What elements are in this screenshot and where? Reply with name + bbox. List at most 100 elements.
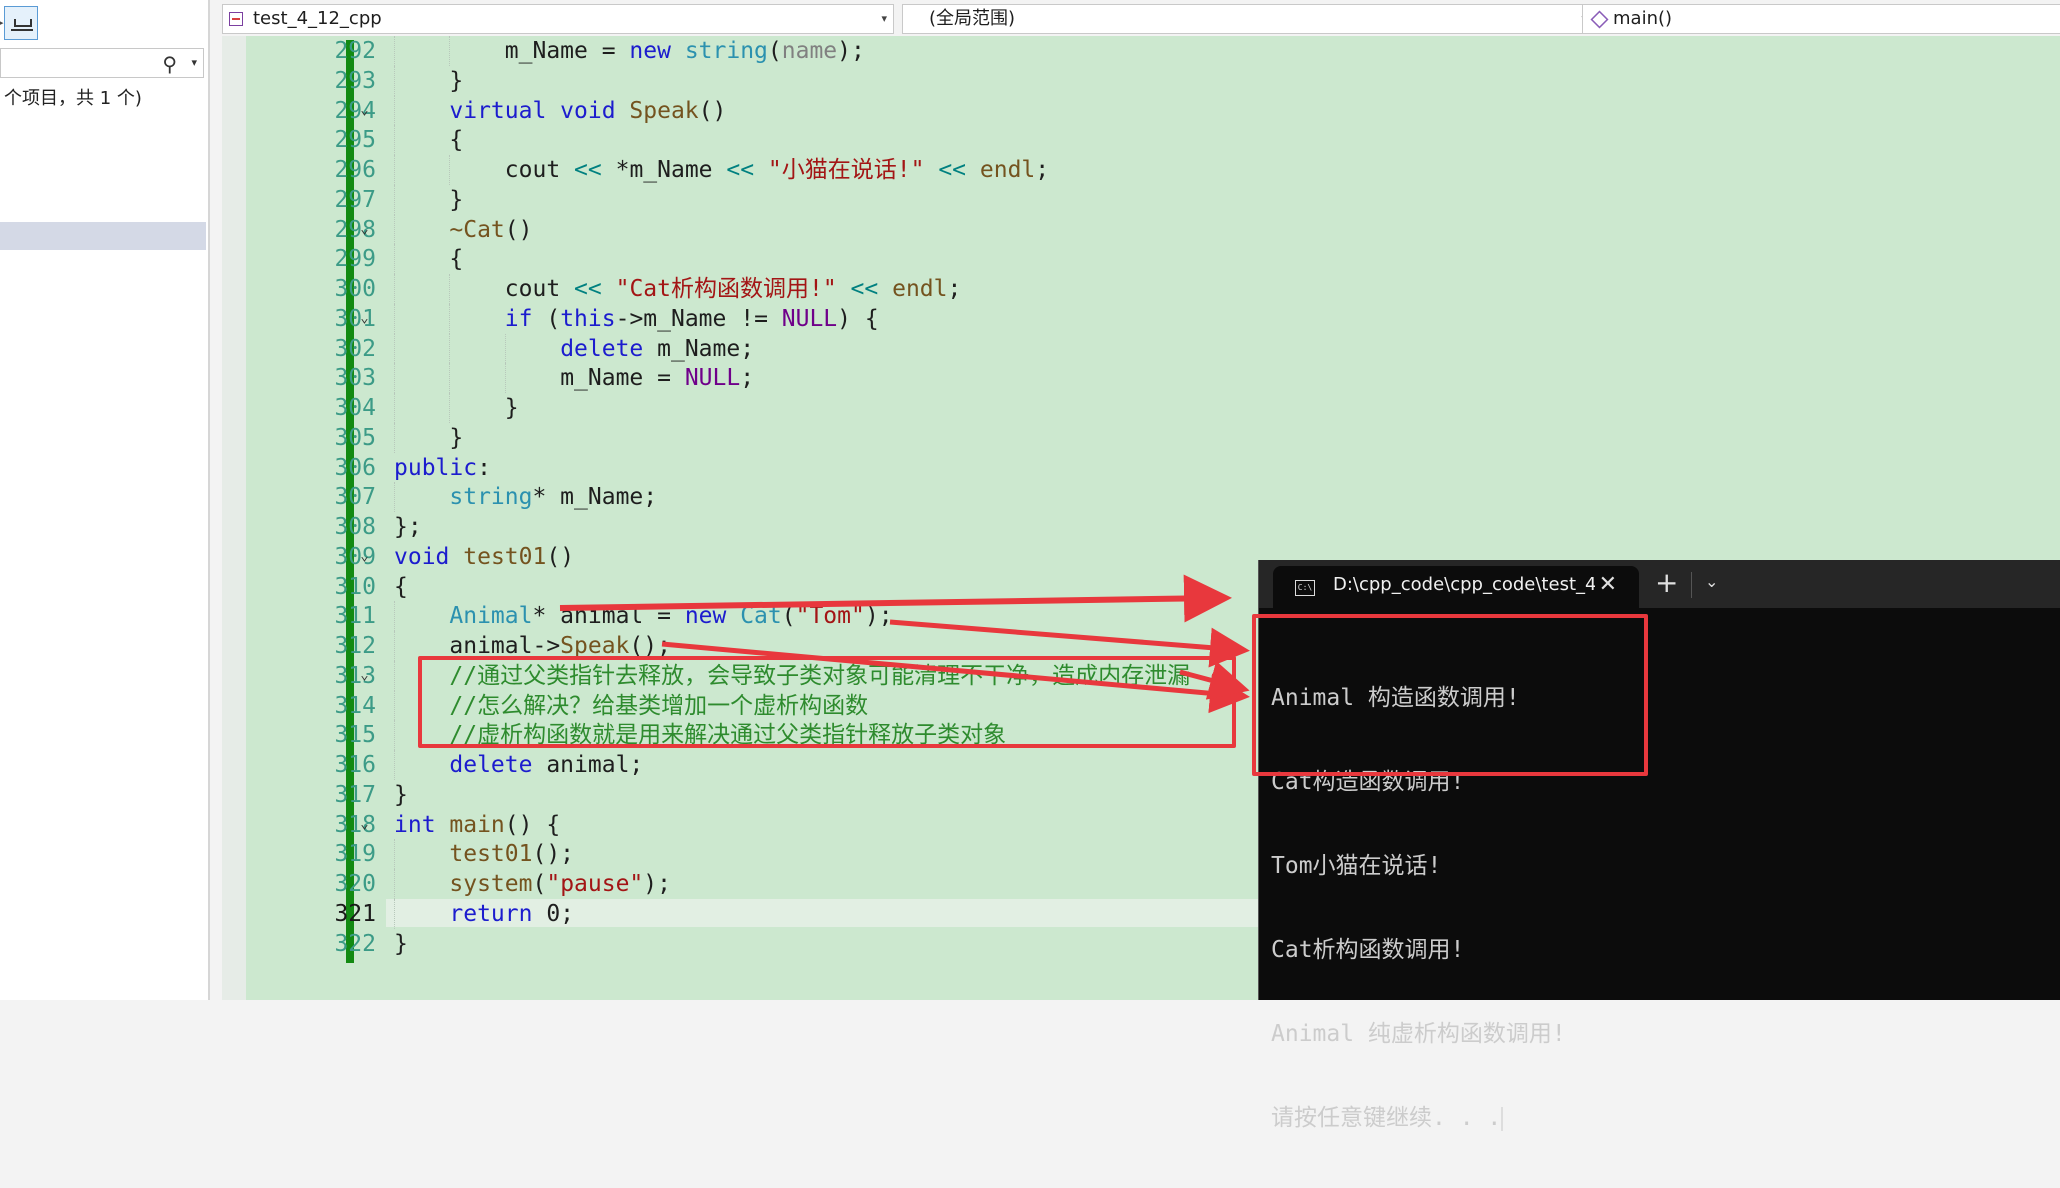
- code-token: <<: [938, 157, 980, 183]
- indent-guide: [394, 660, 396, 691]
- terminal-output-line: Tom小猫在说话!: [1271, 853, 1442, 879]
- terminal-tab[interactable]: C:\ D:\cpp_code\cpp_code\test_4_ ✕: [1273, 566, 1639, 608]
- code-text: }: [449, 66, 463, 96]
- panel-arrow-icon[interactable]: ▸: [0, 16, 4, 29]
- indent-guide: [394, 125, 396, 155]
- line-number: 310: [334, 573, 376, 600]
- code-line[interactable]: 305}: [222, 422, 2060, 453]
- code-token: cout: [504, 276, 575, 302]
- code-token: 0;: [546, 900, 575, 927]
- line-number: 300: [334, 276, 376, 302]
- fold-toggle-icon[interactable]: ⌄: [358, 311, 371, 325]
- line-number: 306: [334, 454, 376, 481]
- indent-guide: [394, 36, 396, 66]
- code-token: ;: [740, 365, 755, 392]
- code-line[interactable]: 294 ⌄ virtual void Speak(): [222, 95, 2060, 126]
- code-text: {: [449, 125, 463, 155]
- solution-explorer-tool-button[interactable]: [4, 6, 38, 40]
- code-line[interactable]: 308};: [222, 512, 2060, 542]
- code-token: ();: [532, 841, 575, 868]
- code-line[interactable]: 307 string* m_Name;: [222, 482, 2060, 512]
- comment-highlight-box: [418, 656, 1236, 748]
- code-token: string: [449, 484, 533, 511]
- code-text: virtual void Speak(): [449, 96, 726, 126]
- terminal-prompt-text: 请按任意键继续. . .: [1271, 1105, 1502, 1131]
- code-text: {: [394, 572, 408, 602]
- code-token: endl: [892, 276, 948, 302]
- code-line[interactable]: 293}: [222, 65, 2060, 96]
- line-number: 314: [334, 692, 376, 719]
- code-line[interactable]: 296 cout << *m_Name << "小猫在说话!" << endl;: [222, 155, 2060, 185]
- code-token: }: [504, 395, 519, 421]
- code-token: m_Name =: [560, 365, 685, 392]
- code-line[interactable]: 298 ⌄ ~Cat(): [222, 214, 2060, 245]
- code-token: delete: [560, 335, 658, 362]
- terminal-tab-bar: C:\ D:\cpp_code\cpp_code\test_4_ ✕ + ⌄: [1259, 560, 2060, 608]
- code-token: Cat: [740, 603, 782, 630]
- fold-toggle-icon[interactable]: ⌄: [358, 817, 371, 831]
- code-line[interactable]: 300 cout << "Cat析构函数调用!" << endl;: [222, 274, 2060, 304]
- line-number: 308: [334, 514, 376, 540]
- code-token: void: [394, 543, 464, 570]
- fold-toggle-icon[interactable]: ⌄: [358, 668, 371, 682]
- chevron-down-icon[interactable]: ▾: [881, 5, 887, 33]
- code-token: <<: [726, 157, 768, 183]
- selected-tree-item[interactable]: [0, 222, 206, 250]
- code-token: );: [643, 871, 671, 897]
- code-line[interactable]: 303 m_Name = NULL;: [222, 363, 2060, 393]
- indent-guide: [394, 244, 396, 274]
- code-token: ) {: [837, 305, 879, 332]
- code-text: m_Name = new string(name);: [505, 36, 865, 66]
- scope-dropdown[interactable]: (全局范围) ▾: [902, 4, 1594, 34]
- fold-toggle-icon[interactable]: ⌄: [358, 222, 371, 236]
- code-token: m_Name =: [504, 38, 630, 64]
- line-number: 319: [334, 841, 376, 868]
- code-line[interactable]: 297}: [222, 184, 2060, 215]
- indent-guide: [394, 750, 396, 780]
- code-token: new: [684, 603, 741, 630]
- code-text: if (this->m_Name != NULL) {: [505, 304, 879, 334]
- indent-guide: [394, 869, 396, 899]
- fold-toggle-icon[interactable]: ⌄: [358, 549, 371, 563]
- code-text: delete m_Name;: [560, 334, 754, 364]
- code-line[interactable]: 301 ⌄ if (this->m_Name != NULL) {: [222, 303, 2060, 334]
- code-text: Animal* animal = new Cat("Tom");: [449, 601, 892, 631]
- search-options-chevron-icon[interactable]: ▾: [191, 56, 197, 69]
- code-token: cout: [504, 157, 575, 183]
- code-line[interactable]: 299 {: [222, 244, 2060, 274]
- code-line[interactable]: 304}: [222, 393, 2060, 423]
- member-dropdown[interactable]: main(): [1582, 4, 2060, 34]
- code-text: string* m_Name;: [449, 482, 657, 512]
- code-token: delete: [449, 752, 547, 778]
- project-dropdown[interactable]: test_4_12_cpp ▾: [222, 4, 894, 34]
- code-token: (: [532, 871, 547, 897]
- code-token: virtual void: [449, 97, 630, 124]
- code-token: ;: [1035, 157, 1050, 183]
- terminal-tab-title: D:\cpp_code\cpp_code\test_4_: [1333, 574, 1595, 595]
- code-token: (: [767, 38, 782, 64]
- code-line[interactable]: 295 {: [222, 125, 2060, 155]
- code-token: }: [449, 67, 464, 94]
- code-token: }: [394, 930, 408, 957]
- fold-toggle-icon[interactable]: ⌄: [358, 103, 371, 117]
- line-number: 320: [334, 871, 376, 897]
- indent-guide: [449, 36, 451, 66]
- chevron-down-icon[interactable]: ⌄: [1705, 572, 1718, 591]
- indent-guide: [394, 303, 396, 334]
- solution-search-input[interactable]: ⚲ ▾: [0, 48, 204, 78]
- code-token: ~Cat: [449, 216, 505, 243]
- solution-explorer-tool-icon: [14, 19, 32, 27]
- search-icon[interactable]: ⚲: [162, 52, 177, 76]
- code-line[interactable]: 306 public:: [222, 453, 2060, 483]
- code-line[interactable]: 292 m_Name = new string(name);: [222, 36, 2060, 66]
- code-line[interactable]: 302 delete m_Name;: [222, 333, 2060, 364]
- indent-guide: [394, 422, 396, 453]
- code-token: ;: [947, 276, 962, 302]
- plus-icon[interactable]: +: [1655, 566, 1678, 599]
- code-text: m_Name = NULL;: [560, 363, 754, 393]
- close-icon[interactable]: ✕: [1599, 572, 1617, 597]
- line-number: 307: [334, 484, 376, 511]
- code-token: * animal =: [532, 603, 685, 630]
- code-token: Speak: [629, 97, 699, 124]
- code-text: }: [505, 393, 519, 423]
